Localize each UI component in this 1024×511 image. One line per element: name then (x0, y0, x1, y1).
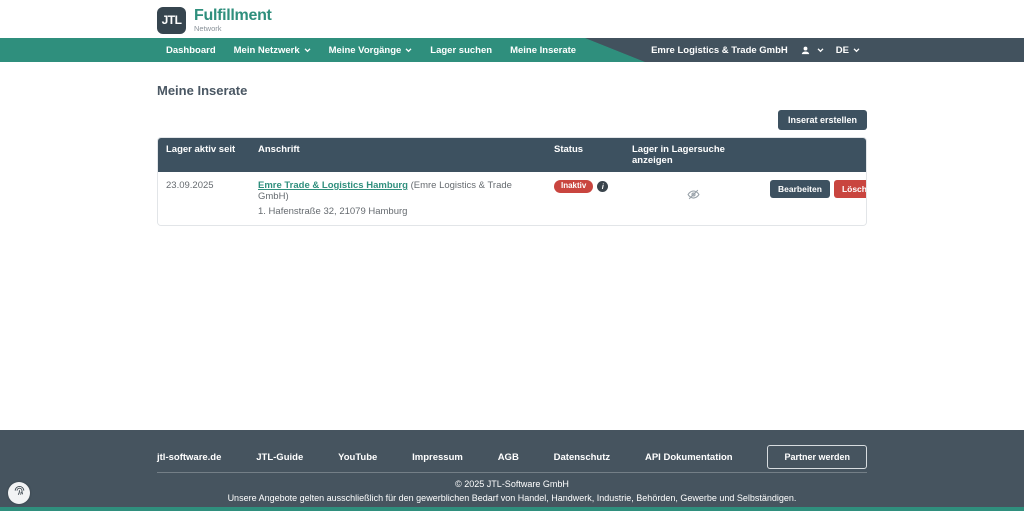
page-title: Meine Inserate (157, 83, 248, 98)
brand-subtitle: Network (194, 23, 222, 33)
fingerprint-icon (13, 484, 26, 502)
chevron-down-icon (304, 47, 311, 53)
jtl-logo-text: JTL (161, 13, 182, 27)
privacy-settings-button[interactable] (8, 482, 30, 504)
create-inserat-button[interactable]: Inserat erstellen (777, 110, 867, 130)
main-content: Meine Inserate Inserat erstellen Lager a… (0, 62, 1024, 430)
top-header: JTL Fulfillment Network (0, 0, 1024, 38)
footer: jtl-software.de JTL-Guide YouTube Impres… (0, 430, 1024, 507)
footer-disclaimer: Unsere Angebote gelten ausschließlich fü… (227, 493, 797, 503)
footer-link-agb[interactable]: AGB (498, 452, 519, 463)
nav-item-label: Dashboard (166, 44, 216, 56)
partner-werden-button[interactable]: Partner werden (767, 445, 867, 469)
info-icon[interactable]: i (597, 181, 609, 192)
footer-divider (157, 472, 867, 473)
page: JTL Fulfillment Network Dashboard Mein N… (0, 0, 1024, 511)
nav-item-label: Meine Inserate (510, 44, 577, 56)
nav-diagonal-divider (585, 38, 646, 62)
nav-item-label: Meine Vorgänge (328, 44, 402, 56)
nav-links: Dashboard Mein Netzwerk Meine Vorgänge L… (0, 38, 585, 62)
cell-actions: Bearbeiten Löschen (762, 172, 866, 206)
cell-active-since: 23.09.2025 (166, 180, 214, 191)
account-name: Emre Logistics & Trade GmbH (645, 45, 794, 56)
footer-link-impressum[interactable]: Impressum (412, 452, 463, 463)
nav-item-meine-vorgaenge[interactable]: Meine Vorgänge (320, 38, 422, 62)
footer-link-jtl-guide[interactable]: JTL-Guide (256, 452, 303, 463)
nav-item-label: Mein Netzwerk (233, 44, 300, 56)
chevron-down-icon (853, 47, 860, 53)
nav-account-area: Emre Logistics & Trade GmbH DE (645, 38, 1024, 62)
user-icon (800, 45, 811, 56)
footer-link-api-doku[interactable]: API Dokumentation (645, 452, 733, 463)
cell-address: Emre Trade & Logistics Hamburg (Emre Log… (250, 172, 546, 225)
table-row: 23.09.2025 Emre Trade & Logistics Hambur… (158, 172, 866, 225)
table-header-row: Lager aktiv seit Anschrift Status Lager … (158, 138, 866, 172)
language-selector[interactable]: DE (830, 45, 866, 56)
nav-item-lager-suchen[interactable]: Lager suchen (421, 38, 501, 62)
footer-link-jtl-software[interactable]: jtl-software.de (157, 452, 221, 463)
footer-link-datenschutz[interactable]: Datenschutz (554, 452, 610, 463)
main-navbar: Dashboard Mein Netzwerk Meine Vorgänge L… (0, 38, 1024, 62)
col-header-actions (762, 138, 866, 172)
nav-item-mein-netzwerk[interactable]: Mein Netzwerk (225, 38, 320, 62)
cell-lagersuche-visibility (624, 172, 762, 209)
nav-item-dashboard[interactable]: Dashboard (157, 38, 225, 62)
footer-link-youtube[interactable]: YouTube (338, 452, 377, 463)
delete-button[interactable]: Löschen (833, 180, 866, 198)
status-badge: Inaktiv (554, 180, 594, 193)
brand-product: Fulfillment (194, 6, 272, 24)
account-name-label: Emre Logistics & Trade GmbH (651, 44, 788, 56)
account-menu[interactable] (794, 45, 830, 56)
chevron-down-icon (405, 47, 412, 53)
nav-item-meine-inserate[interactable]: Meine Inserate (501, 38, 585, 62)
col-header-lager-aktiv-seit: Lager aktiv seit (166, 144, 236, 155)
edit-button[interactable]: Bearbeiten (770, 180, 830, 198)
cell-status: Inaktiv i (546, 172, 624, 201)
warehouse-street: 1. Hafenstraße 32, 21079 Hamburg (258, 206, 408, 217)
brand-text: Fulfillment Network (194, 6, 272, 33)
nav-item-label: Lager suchen (430, 44, 493, 56)
toolbar: Inserat erstellen (157, 110, 867, 130)
bottom-accent-bar (0, 507, 1024, 511)
inserate-table: Lager aktiv seit Anschrift Status Lager … (157, 137, 867, 226)
col-header-anschrift: Anschrift (258, 144, 300, 155)
footer-copyright: © 2025 JTL-Software GmbH (455, 479, 569, 489)
footer-links: jtl-software.de JTL-Guide YouTube Impres… (157, 430, 867, 472)
language-label: DE (835, 44, 849, 56)
warehouse-link[interactable]: Emre Trade & Logistics Hamburg (258, 180, 408, 191)
eye-slash-icon[interactable] (686, 188, 700, 201)
col-header-status: Status (554, 144, 584, 155)
col-header-lagersuche: Lager in Lagersuche anzeigen (632, 144, 725, 166)
jtl-logo[interactable]: JTL (157, 6, 186, 34)
chevron-down-icon (817, 47, 824, 53)
